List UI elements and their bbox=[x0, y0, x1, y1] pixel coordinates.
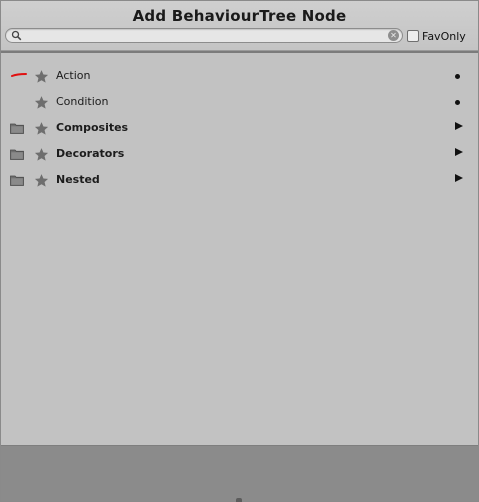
list-item-composites[interactable]: Composites bbox=[1, 115, 478, 141]
star-icon[interactable] bbox=[34, 147, 49, 162]
list-item-condition[interactable]: Condition bbox=[1, 89, 478, 115]
resize-handle[interactable] bbox=[236, 498, 242, 502]
chevron-right-icon bbox=[455, 122, 463, 130]
description-footer bbox=[1, 445, 478, 501]
list-item-nested[interactable]: Nested bbox=[1, 167, 478, 193]
search-box[interactable]: ✕ bbox=[5, 28, 403, 43]
star-icon[interactable] bbox=[34, 173, 49, 188]
folder-icon bbox=[10, 123, 24, 134]
chevron-right-icon bbox=[455, 174, 463, 182]
search-icon bbox=[11, 30, 22, 41]
window-title: Add BehaviourTree Node bbox=[132, 7, 347, 25]
node-list: Action Condition Composites Decorators N… bbox=[1, 63, 478, 193]
list-item-action[interactable]: Action bbox=[1, 63, 478, 89]
star-icon[interactable] bbox=[34, 95, 49, 110]
star-icon[interactable] bbox=[34, 69, 49, 84]
list-item-label: Nested bbox=[56, 173, 100, 186]
chevron-right-icon bbox=[455, 148, 463, 156]
selection-marker bbox=[11, 73, 27, 77]
leaf-dot-icon bbox=[455, 74, 460, 79]
star-icon[interactable] bbox=[34, 121, 49, 136]
add-node-window: Add BehaviourTree Node ✕ FavOnly Action bbox=[0, 0, 479, 502]
header-divider bbox=[1, 51, 478, 53]
search-input[interactable] bbox=[24, 29, 384, 42]
close-icon[interactable]: ✕ bbox=[388, 30, 399, 41]
folder-icon bbox=[10, 149, 24, 160]
list-item-decorators[interactable]: Decorators bbox=[1, 141, 478, 167]
fav-only-checkbox[interactable] bbox=[407, 30, 419, 42]
list-item-label: Action bbox=[56, 69, 91, 82]
fav-only-label: FavOnly bbox=[422, 29, 466, 43]
list-item-label: Condition bbox=[56, 95, 109, 108]
folder-icon bbox=[10, 175, 24, 186]
list-item-label: Composites bbox=[56, 121, 129, 134]
window-header: Add BehaviourTree Node ✕ FavOnly bbox=[1, 1, 478, 51]
fav-only-toggle[interactable]: FavOnly bbox=[407, 29, 466, 43]
list-item-label: Decorators bbox=[56, 147, 125, 160]
leaf-dot-icon bbox=[455, 100, 460, 105]
